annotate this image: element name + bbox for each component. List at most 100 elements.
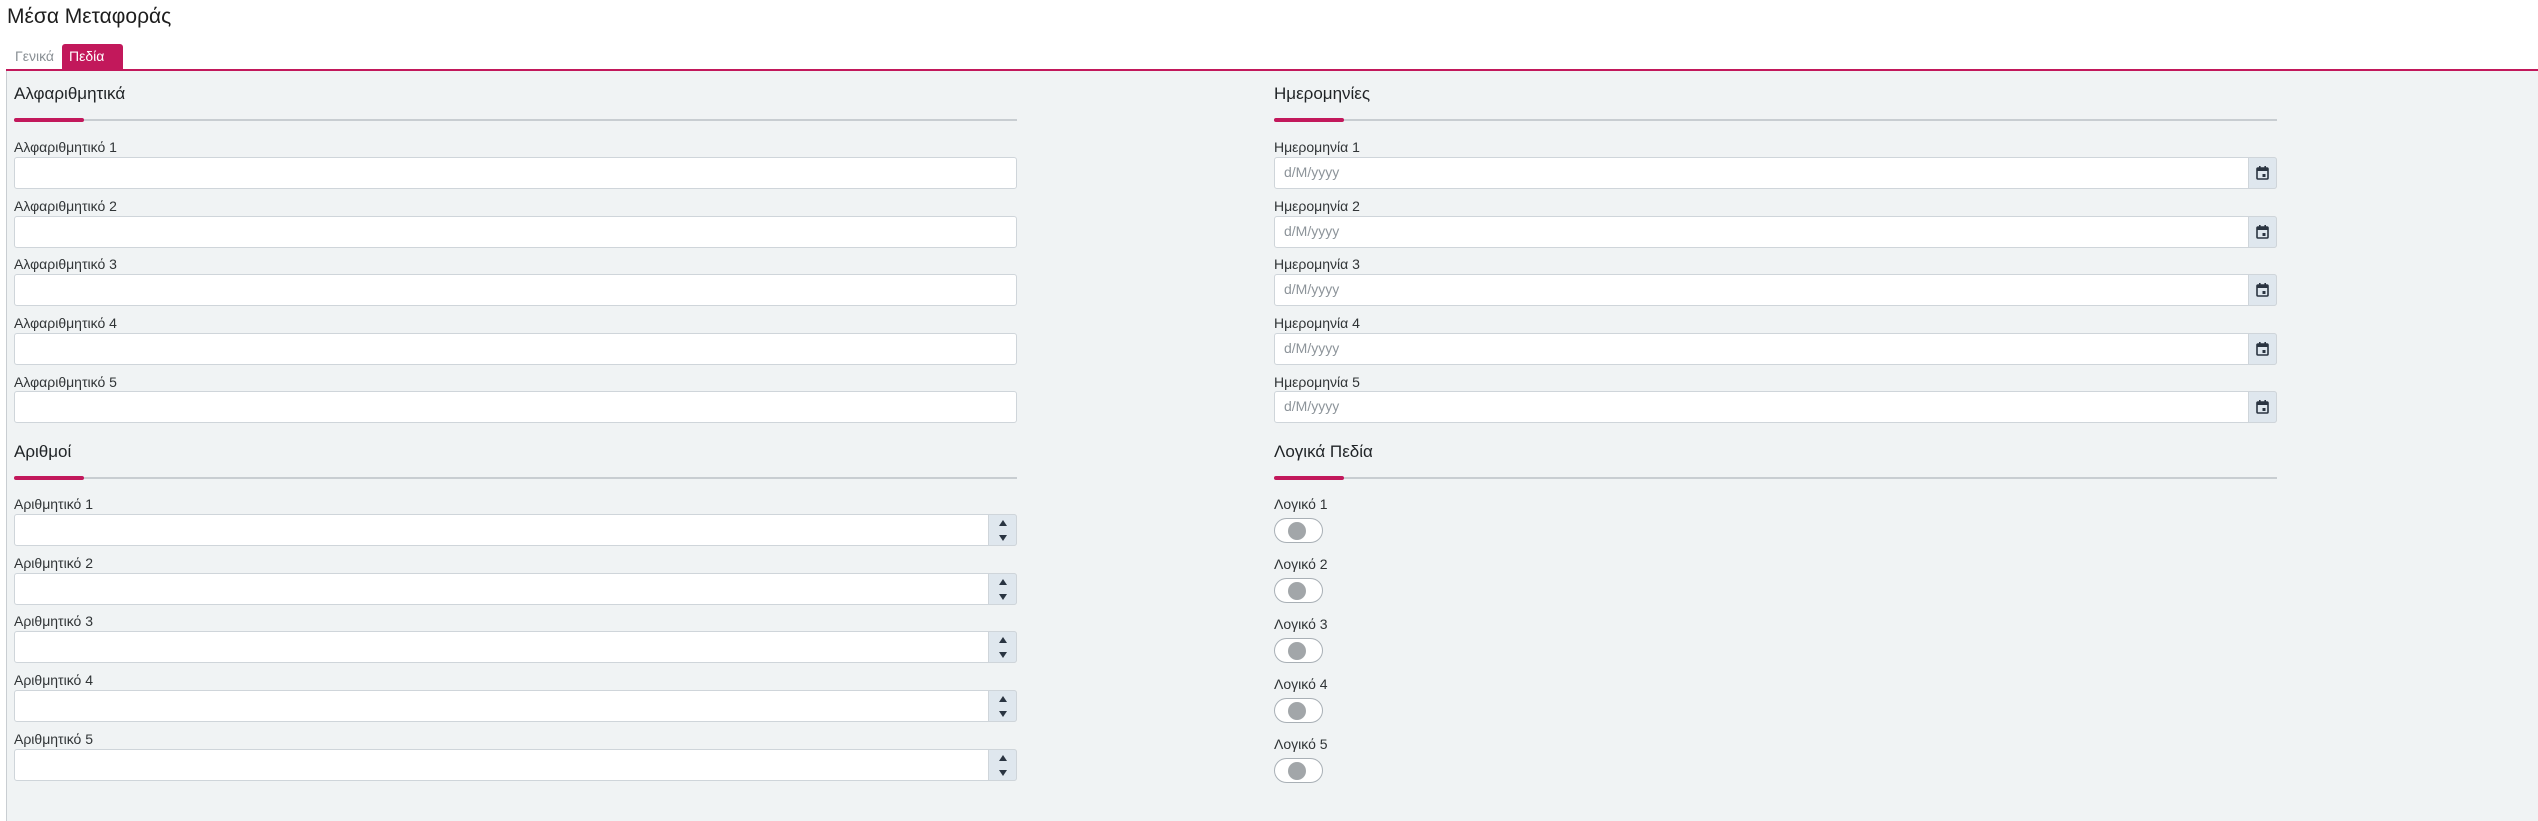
number-4-label: Αριθμητικό 4 (14, 672, 93, 688)
toggle-knob (1288, 762, 1306, 780)
calendar-icon (2256, 400, 2269, 414)
number-5-label: Αριθμητικό 5 (14, 731, 93, 747)
increment-button[interactable] (989, 750, 1016, 765)
calendar-button[interactable] (2248, 157, 2277, 189)
increment-button[interactable] (989, 515, 1016, 530)
number-4-input[interactable] (14, 690, 1017, 722)
alphanumeric-1-label: Αλφαριθμητικό 1 (14, 139, 117, 155)
number-3-label: Αριθμητικό 3 (14, 613, 93, 629)
toggle-knob (1288, 522, 1306, 540)
number-spinner (988, 573, 1017, 605)
date-placeholder: d/M/yyyy (1284, 164, 1340, 180)
section-accent (14, 118, 84, 122)
date-3-label: Ημερομηνία 3 (1274, 256, 1360, 272)
number-spinner (988, 631, 1017, 663)
alphanumeric-4-label: Αλφαριθμητικό 4 (14, 315, 117, 331)
section-title-booleans: Λογικά Πεδία (1274, 442, 1373, 461)
decrement-button[interactable] (989, 647, 1016, 662)
number-2-input[interactable] (14, 573, 1017, 605)
number-3-input[interactable] (14, 631, 1017, 663)
section-divider (14, 476, 1017, 480)
number-spinner (988, 690, 1017, 722)
date-placeholder: d/M/yyyy (1284, 340, 1340, 356)
date-4-input[interactable]: d/M/yyyy (1274, 333, 2277, 365)
date-4-label: Ημερομηνία 4 (1274, 315, 1360, 331)
section-accent (14, 476, 84, 480)
section-divider (1274, 118, 2277, 122)
calendar-button[interactable] (2248, 333, 2277, 365)
calendar-icon (2256, 166, 2269, 180)
boolean-3-toggle[interactable] (1274, 638, 1323, 663)
arrow-up-icon (998, 636, 1007, 643)
number-1-input[interactable] (14, 514, 1017, 546)
section-title-alphanumeric: Αλφαριθμητικά (14, 84, 126, 103)
increment-button[interactable] (989, 574, 1016, 589)
section-accent (1274, 476, 1344, 480)
tab-general[interactable]: Γενικά (8, 44, 61, 69)
boolean-3-label: Λογικό 3 (1274, 616, 1328, 632)
number-2-label: Αριθμητικό 2 (14, 555, 93, 571)
alphanumeric-1-input[interactable] (14, 157, 1017, 189)
date-2-label: Ημερομηνία 2 (1274, 198, 1360, 214)
decrement-button[interactable] (989, 589, 1016, 604)
toggle-knob (1288, 702, 1306, 720)
calendar-button[interactable] (2248, 391, 2277, 423)
arrow-up-icon (998, 695, 1007, 702)
alphanumeric-5-label: Αλφαριθμητικό 5 (14, 374, 117, 390)
boolean-1-toggle[interactable] (1274, 518, 1323, 543)
alphanumeric-2-label: Αλφαριθμητικό 2 (14, 198, 117, 214)
boolean-4-toggle[interactable] (1274, 698, 1323, 723)
number-spinner (988, 514, 1017, 546)
calendar-icon (2256, 225, 2269, 239)
alphanumeric-3-label: Αλφαριθμητικό 3 (14, 256, 117, 272)
increment-button[interactable] (989, 691, 1016, 706)
arrow-down-icon (998, 651, 1007, 658)
toggle-knob (1288, 642, 1306, 660)
boolean-1-label: Λογικό 1 (1274, 496, 1328, 512)
date-placeholder: d/M/yyyy (1284, 281, 1340, 297)
boolean-5-label: Λογικό 5 (1274, 736, 1328, 752)
arrow-down-icon (998, 710, 1007, 717)
page-title: Μέσα Μεταφοράς (7, 5, 172, 28)
calendar-button[interactable] (2248, 274, 2277, 306)
calendar-icon (2256, 342, 2269, 356)
decrement-button[interactable] (989, 706, 1016, 721)
arrow-down-icon (998, 769, 1007, 776)
increment-button[interactable] (989, 632, 1016, 647)
boolean-5-toggle[interactable] (1274, 758, 1323, 783)
date-1-label: Ημερομηνία 1 (1274, 139, 1360, 155)
boolean-2-toggle[interactable] (1274, 578, 1323, 603)
calendar-button[interactable] (2248, 216, 2277, 248)
number-5-input[interactable] (14, 749, 1017, 781)
boolean-2-label: Λογικό 2 (1274, 556, 1328, 572)
alphanumeric-3-input[interactable] (14, 274, 1017, 306)
decrement-button[interactable] (989, 765, 1016, 780)
alphanumeric-2-input[interactable] (14, 216, 1017, 248)
section-title-numbers: Αριθμοί (14, 442, 72, 461)
number-1-label: Αριθμητικό 1 (14, 496, 93, 512)
section-accent (1274, 118, 1344, 122)
boolean-4-label: Λογικό 4 (1274, 676, 1328, 692)
date-5-label: Ημερομηνία 5 (1274, 374, 1360, 390)
toggle-knob (1288, 582, 1306, 600)
alphanumeric-5-input[interactable] (14, 391, 1017, 423)
arrow-up-icon (998, 754, 1007, 761)
date-placeholder: d/M/yyyy (1284, 223, 1340, 239)
arrow-up-icon (998, 519, 1007, 526)
date-3-input[interactable]: d/M/yyyy (1274, 274, 2277, 306)
arrow-up-icon (998, 578, 1007, 585)
decrement-button[interactable] (989, 530, 1016, 545)
section-title-dates: Ημερομηνίες (1274, 84, 1371, 103)
user-fields-panel: Αλφαριθμητικά Αλφαριθμητικό 1 Αλφαριθμητ… (6, 71, 2538, 821)
arrow-down-icon (998, 534, 1007, 541)
tab-user-fields[interactable]: Πεδία Χρήστη (62, 44, 124, 89)
date-1-input[interactable]: d/M/yyyy (1274, 157, 2277, 189)
alphanumeric-4-input[interactable] (14, 333, 1017, 365)
arrow-down-icon (998, 593, 1007, 600)
section-divider (14, 118, 1017, 122)
date-5-input[interactable]: d/M/yyyy (1274, 391, 2277, 423)
date-2-input[interactable]: d/M/yyyy (1274, 216, 2277, 248)
date-placeholder: d/M/yyyy (1284, 398, 1340, 414)
section-divider (1274, 476, 2277, 480)
calendar-icon (2256, 283, 2269, 297)
